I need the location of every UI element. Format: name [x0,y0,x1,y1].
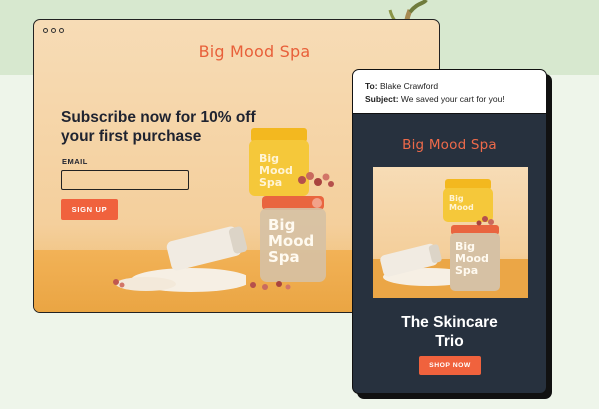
shop-now-button[interactable]: SHOP NOW [419,356,481,375]
email-headline-text: The Skincare Trio [401,314,498,350]
window-dot-icon[interactable] [43,28,48,33]
product-photo-image: Big Mood Big Mood Spa [373,179,528,298]
brand-logo: Big Mood Spa [198,42,311,61]
dried-flowers-image [250,281,291,290]
tipped-bottle-image [166,226,248,271]
svg-text:Mood: Mood [449,203,474,212]
svg-text:Spa: Spa [259,176,282,189]
email-brand-logo: Big Mood Spa [402,137,497,153]
product-photo: Big Mood Big Mood Spa [373,167,528,298]
email-preview-window: To: Blake Crawford Subject: We saved you… [352,69,547,394]
signup-headline: Subscribe now for 10% off your first pur… [61,109,256,145]
svg-text:Big: Big [449,194,464,203]
window-dot-icon[interactable] [59,28,64,33]
subject-label: Subject: [365,94,399,104]
clear-jar-image: Big Mood Spa [260,196,326,282]
email-headline: The Skincare Trio [353,313,546,351]
svg-text:Spa: Spa [455,264,478,277]
dried-flowers-image [298,172,334,187]
email-label: EMAIL [62,157,88,166]
sign-up-button[interactable]: SIGN UP [61,199,118,220]
svg-text:Spa: Spa [268,248,300,266]
email-header: To: Blake Crawford Subject: We saved you… [353,70,546,114]
recipient-name: Blake Crawford [379,81,439,91]
window-dot-icon[interactable] [51,28,56,33]
email-field[interactable] [61,170,189,190]
subject-line: Subject: We saved your cart for you! [365,94,505,104]
window-controls [43,28,64,33]
subject-text: We saved your cart for you! [400,94,505,104]
recipient-line: To: Blake Crawford [365,81,438,91]
to-label: To: [365,81,378,91]
